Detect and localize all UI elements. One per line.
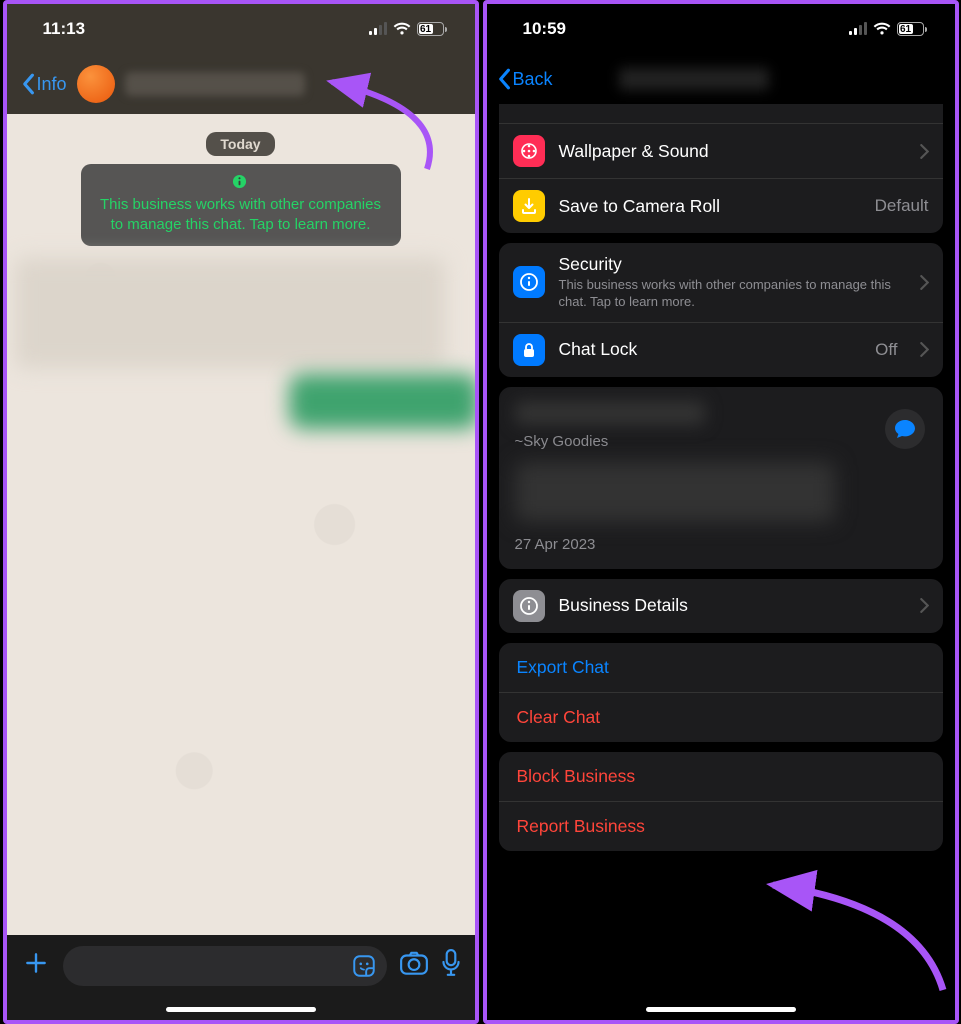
download-icon xyxy=(513,190,545,222)
chevron-right-icon xyxy=(920,342,929,357)
battery-icon: 61 xyxy=(417,22,447,36)
avatar[interactable] xyxy=(77,65,115,103)
info-icon xyxy=(513,266,545,298)
block-business-button[interactable]: Block Business xyxy=(499,752,943,802)
list-item[interactable] xyxy=(499,104,943,124)
chat-title[interactable] xyxy=(125,72,305,96)
back-label: Back xyxy=(513,69,553,90)
contact-card[interactable]: ~Sky Goodies 27 Apr 2023 xyxy=(499,387,943,569)
status-time: 11:13 xyxy=(43,19,86,39)
chevron-right-icon xyxy=(920,144,929,159)
back-button[interactable]: Info xyxy=(21,73,67,95)
chat-lock-row[interactable]: Chat Lock Off xyxy=(499,323,943,377)
wallpaper-sound-row[interactable]: Wallpaper & Sound xyxy=(499,124,943,179)
camera-button[interactable] xyxy=(399,950,429,981)
security-row[interactable]: Security This business works with other … xyxy=(499,243,943,323)
wallpaper-icon xyxy=(513,135,545,167)
contact-info xyxy=(515,462,835,522)
business-info-notice[interactable]: This business works with other companies… xyxy=(81,164,401,246)
chat-header: Info xyxy=(7,54,475,114)
chat-body: Today This business works with other com… xyxy=(7,114,475,935)
chevron-right-icon xyxy=(920,275,929,290)
mic-button[interactable] xyxy=(441,949,461,982)
back-button[interactable]: Back xyxy=(497,68,553,90)
save-camera-roll-row[interactable]: Save to Camera Roll Default xyxy=(499,179,943,233)
home-indicator xyxy=(166,1007,316,1012)
info-icon xyxy=(232,174,247,189)
lock-icon xyxy=(513,334,545,366)
back-label: Info xyxy=(37,74,67,95)
cellular-icon xyxy=(369,23,387,35)
settings-header: Back xyxy=(487,54,955,104)
home-indicator xyxy=(646,1007,796,1012)
contact-date: 27 Apr 2023 xyxy=(515,536,927,553)
page-title xyxy=(619,68,769,90)
message-input[interactable] xyxy=(63,946,387,986)
status-bar: 10:59 61 xyxy=(487,4,955,54)
wifi-icon xyxy=(393,22,411,36)
contact-subtitle: ~Sky Goodies xyxy=(515,433,927,450)
export-chat-button[interactable]: Export Chat xyxy=(499,643,943,693)
chevron-right-icon xyxy=(920,598,929,613)
status-bar: 11:13 61 xyxy=(7,4,475,54)
chat-icon xyxy=(894,419,916,439)
outgoing-message xyxy=(289,374,479,429)
sticker-icon[interactable] xyxy=(351,953,377,979)
business-details-row[interactable]: Business Details xyxy=(499,579,943,633)
chat-lock-value: Off xyxy=(875,340,897,360)
info-icon xyxy=(513,590,545,622)
contact-name xyxy=(515,401,705,425)
incoming-message xyxy=(15,258,445,368)
status-time: 10:59 xyxy=(523,19,566,39)
message-button[interactable] xyxy=(885,409,925,449)
wifi-icon xyxy=(873,22,891,36)
cellular-icon xyxy=(849,23,867,35)
date-pill: Today xyxy=(206,132,274,156)
save-camera-roll-value: Default xyxy=(875,196,929,216)
report-business-button[interactable]: Report Business xyxy=(499,802,943,851)
attach-button[interactable] xyxy=(21,947,51,984)
clear-chat-button[interactable]: Clear Chat xyxy=(499,693,943,742)
battery-icon: 61 xyxy=(897,22,927,36)
